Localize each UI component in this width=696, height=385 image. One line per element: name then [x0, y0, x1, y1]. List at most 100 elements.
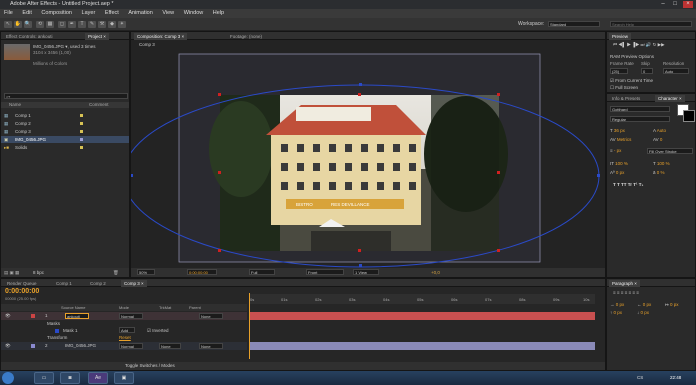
exposure-value[interactable]: +0,0 [431, 269, 440, 276]
col-trkmat[interactable]: TrkMat [159, 304, 171, 311]
project-item[interactable]: ▸■ Solids [1, 144, 129, 151]
menu-file[interactable]: File [0, 9, 17, 18]
zoom-tool-icon[interactable]: 🔍 [24, 21, 32, 28]
indent-right-field[interactable]: ← 0 px [637, 301, 651, 308]
tab-footage[interactable]: Footage: (none) [227, 33, 265, 40]
menu-animation[interactable]: Animation [124, 9, 156, 18]
hand-tool-icon[interactable]: ✋ [14, 21, 22, 28]
horizontal-scale-field[interactable]: T 100 % [653, 160, 670, 167]
start-button-icon[interactable] [2, 372, 14, 384]
layer-row-1[interactable]: 👁 1 ankouti Normal None [1, 312, 247, 320]
mask-1-label[interactable]: Mask 1 [63, 327, 78, 334]
tab-comp-2[interactable]: Comp 2 [87, 280, 109, 287]
workspace-select[interactable]: Standard [548, 21, 600, 27]
indent-left-field[interactable]: → 0 px [610, 301, 624, 308]
font-size-field[interactable]: T 36 px [610, 127, 625, 134]
layer-1-name[interactable]: ankouti [65, 313, 89, 319]
tab-comp-1[interactable]: Comp 1 [53, 280, 75, 287]
skip-field[interactable]: 0 [641, 68, 653, 74]
col-parent[interactable]: Parent [189, 304, 201, 311]
label-color-swatch[interactable] [31, 344, 35, 348]
bpc-label[interactable]: 8 bpc [33, 269, 44, 276]
clock[interactable]: 22:48 [670, 374, 681, 381]
space-after-field[interactable]: ↓ 0 px [637, 309, 649, 316]
menu-view[interactable]: View [158, 9, 178, 18]
baseline-shift-field[interactable]: Aª 0 px [610, 169, 624, 176]
selection-tool-icon[interactable]: ↖ [4, 21, 12, 28]
transform-reset-link[interactable]: Reset [119, 334, 131, 341]
comp-canvas[interactable]: BISTRO RES DEVILLANCE [131, 49, 605, 268]
full-screen-checkbox[interactable]: ☐ Full Screen [610, 84, 638, 91]
leading-field[interactable]: A Auto [653, 127, 666, 134]
ram-preview-options[interactable]: RAM Preview Options [610, 53, 654, 60]
from-current-checkbox[interactable]: ☑ From Current Time [610, 77, 653, 84]
space-before-field[interactable]: ↑ 0 px [610, 309, 622, 316]
label-color-swatch[interactable] [31, 314, 35, 318]
menu-edit[interactable]: Edit [18, 9, 35, 18]
tab-composition[interactable]: Composition: Comp 3 × [134, 33, 188, 40]
playback-controls[interactable]: ⏮ ◀▌ ▶ ▐▶ ⏭ 🔊 ↻ ▶▶ [613, 41, 665, 48]
faux-style-buttons[interactable]: T T TT Tr T¹ T₁ [613, 181, 643, 188]
eraser-tool-icon[interactable]: ◆ [108, 21, 116, 28]
resolution-select[interactable]: Auto [663, 68, 689, 74]
type-tool-icon[interactable]: T [78, 21, 86, 28]
layer-2-bar[interactable] [249, 342, 595, 350]
brush-tool-icon[interactable]: ✎ [88, 21, 96, 28]
taskbar-explorer-icon[interactable]: ▭ [34, 372, 54, 384]
indent-first-field[interactable]: ↦ 0 px [665, 301, 679, 308]
kerning-field[interactable]: AV Metrics [610, 136, 631, 143]
interpret-icon[interactable]: ▤ ▣ ▦ [4, 269, 19, 276]
layer-2-mode[interactable]: Normal [119, 343, 143, 349]
taskbar-app-icon[interactable]: ◙ [60, 372, 80, 384]
col-mode[interactable]: Mode [119, 304, 129, 311]
menu-layer[interactable]: Layer [78, 9, 100, 18]
project-item[interactable]: ▦ Comp 2 [1, 120, 129, 127]
tab-project[interactable]: Project × [85, 33, 109, 40]
vertical-scale-field[interactable]: IT 100 % [610, 160, 628, 167]
search-help-input[interactable] [610, 21, 692, 27]
mask-color-swatch[interactable] [55, 329, 59, 333]
view-select[interactable]: Front [306, 269, 344, 275]
camera-tool-icon[interactable]: ▦ [46, 21, 54, 28]
viewer-timecode[interactable]: 0:00:00:00 [187, 269, 217, 275]
font-style-select[interactable]: Regular [610, 116, 670, 122]
transform-group[interactable]: Transform [47, 334, 67, 341]
maximize-button[interactable]: □ [670, 1, 680, 8]
tab-effect-controls[interactable]: Effect Controls: ankouti [3, 33, 55, 40]
col-name[interactable]: Name [9, 101, 21, 108]
project-search-input[interactable] [4, 93, 128, 99]
layer-2-parent[interactable]: None [199, 343, 223, 349]
stroke-width-field[interactable]: ≡ - px [610, 147, 621, 154]
toggle-switches-modes[interactable]: Toggle Switches / Modes [125, 362, 175, 369]
tracking-field[interactable]: AV 0 [653, 136, 662, 143]
layer-2-trkmat[interactable]: None [159, 343, 181, 349]
tab-info-presets[interactable]: Info & Presets [609, 95, 643, 102]
tab-render-queue[interactable]: Render Queue [4, 280, 40, 287]
masks-group[interactable]: Masks [47, 320, 60, 327]
tab-comp-3[interactable]: Comp 3 × [121, 280, 147, 287]
visibility-icon[interactable]: 👁 [5, 312, 11, 319]
layer-1-mode[interactable]: Normal [119, 313, 143, 319]
mask-1-inverted-checkbox[interactable]: ☑ Inverted [147, 327, 169, 334]
language-indicator[interactable]: CS [637, 374, 643, 381]
taskbar-app2-icon[interactable]: ▣ [114, 372, 134, 384]
layer-1-parent[interactable]: None [199, 313, 223, 319]
clone-tool-icon[interactable]: ⚒ [98, 21, 106, 28]
time-ruler[interactable]: 0s 01s 02s 03s 04s 05s 06s 07s 08s 09s 1… [249, 294, 595, 304]
align-buttons[interactable]: ≡ ≡ ≡ ≡ ≡ ≡ ≡ [613, 289, 639, 296]
stroke-color-swatch[interactable] [683, 110, 695, 122]
project-item-selected[interactable]: ▣ IMG_0456.JPG [1, 136, 129, 143]
menu-effect[interactable]: Effect [101, 9, 123, 18]
tab-paragraph[interactable]: Paragraph × [609, 280, 640, 287]
timeline-timecode[interactable]: 0:00:00:00 [5, 288, 39, 295]
tab-preview[interactable]: Preview [609, 33, 632, 40]
frame-rate-select[interactable]: (25) [610, 68, 628, 74]
comp-breadcrumb[interactable]: Comp 3 [139, 41, 155, 48]
zoom-select[interactable]: 50% [137, 269, 155, 275]
menu-window[interactable]: Window [180, 9, 208, 18]
menu-help[interactable]: Help [209, 9, 228, 18]
mask-row[interactable]: Mask 1 Add ☑ Inverted [1, 327, 247, 334]
stroke-mode-select[interactable]: Fill Over Stroke [647, 148, 693, 154]
puppet-tool-icon[interactable]: ✴ [118, 21, 126, 28]
rectangle-tool-icon[interactable]: ◻ [58, 21, 66, 28]
